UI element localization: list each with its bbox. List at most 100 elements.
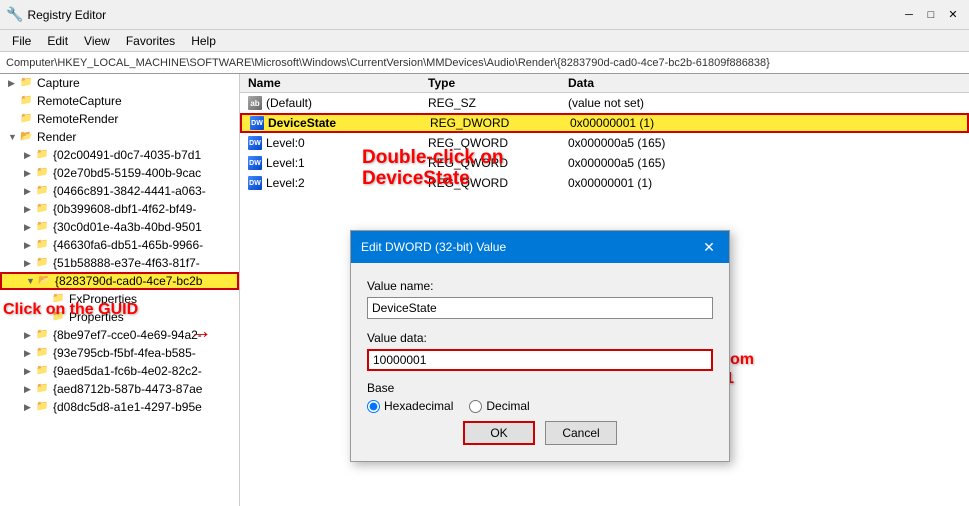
value-name-input[interactable]: DeviceState [367, 297, 713, 319]
tree-item-guid6[interactable]: ▶ 📁 {46630fa6-db51-465b-9966- [0, 236, 239, 254]
folder-icon: 📁 [36, 167, 50, 179]
folder-icon: 📁 [36, 383, 50, 395]
reg-icon-dw: DW [248, 136, 262, 150]
col-data-header: Data [568, 76, 961, 90]
edit-dword-dialog[interactable]: Edit DWORD (32-bit) Value ✕ Value name: … [350, 230, 730, 462]
base-section: Base Hexadecimal Decimal [367, 381, 713, 413]
tree-item-remoterender[interactable]: 📁 RemoteRender [0, 110, 239, 128]
tree-item-properties[interactable]: 📁 Properties [0, 308, 239, 326]
detail-row-level1[interactable]: DW Level:1 REG_QWORD 0x000000a5 (165) [240, 153, 969, 173]
tree-item-guid5[interactable]: ▶ 📁 {30c0d01e-4a3b-40bd-9501 [0, 218, 239, 236]
cancel-button[interactable]: Cancel [545, 421, 617, 445]
col-name-header: Name [248, 76, 428, 90]
tree-arrow: ▼ [26, 276, 38, 286]
menu-help[interactable]: Help [183, 32, 224, 49]
tree-arrow: ▶ [24, 384, 36, 395]
tree-arrow: ▶ [24, 150, 36, 161]
row-name: Level:2 [266, 176, 305, 190]
tree-item-guid7[interactable]: ▶ 📁 {51b58888-e37e-4f63-81f7- [0, 254, 239, 272]
address-path: Computer\HKEY_LOCAL_MACHINE\SOFTWARE\Mic… [6, 57, 770, 69]
tree-label: {02e70bd5-5159-400b-9cac [53, 166, 201, 180]
title-bar: 🔧 Registry Editor ─ □ ✕ [0, 0, 969, 30]
base-hex-label: Hexadecimal [384, 399, 453, 413]
row-type: REG_DWORD [430, 116, 509, 130]
menu-edit[interactable]: Edit [39, 32, 76, 49]
tree-item-guid2[interactable]: ▶ 📁 {02e70bd5-5159-400b-9cac [0, 164, 239, 182]
dialog-close-button[interactable]: ✕ [699, 237, 719, 257]
app-icon: 🔧 [6, 6, 23, 23]
menu-favorites[interactable]: Favorites [118, 32, 183, 49]
tree-label: {8be97ef7-cce0-4e69-94a2- [53, 328, 202, 342]
row-data: (value not set) [568, 96, 644, 110]
tree-arrow: ▶ [24, 204, 36, 215]
folder-icon: 📁 [36, 149, 50, 161]
tree-item-guid-selected[interactable]: ▼ 📂 {8283790d-cad0-4ce7-bc2b [0, 272, 239, 290]
row-type: REG_QWORD [428, 156, 508, 170]
row-type: REG_QWORD [428, 136, 508, 150]
row-name: DeviceState [268, 116, 336, 130]
value-data-label: Value data: [367, 331, 713, 345]
tree-item-capture[interactable]: ▶ 📁 Capture [0, 74, 239, 92]
tree-item-guid8[interactable]: ▶ 📁 {8be97ef7-cce0-4e69-94a2- [0, 326, 239, 344]
menu-file[interactable]: File [4, 32, 39, 49]
dialog-buttons: OK Cancel [367, 421, 713, 445]
detail-row-level0[interactable]: DW Level:0 REG_QWORD 0x000000a5 (165) [240, 133, 969, 153]
tree-label: FxProperties [69, 292, 137, 306]
tree-item-render[interactable]: ▼ 📂 Render [0, 128, 239, 146]
tree-item-guid12[interactable]: ▶ 📁 {d08dc5d8-a1e1-4297-b95e [0, 398, 239, 416]
reg-icon-dw: DW [248, 176, 262, 190]
menu-view[interactable]: View [76, 32, 118, 49]
row-name: (Default) [266, 96, 312, 110]
row-data: 0x00000001 (1) [568, 176, 652, 190]
col-type-header: Type [428, 76, 568, 90]
tree-arrow: ▶ [24, 366, 36, 377]
dialog-body: Value name: DeviceState Value data: Base… [351, 263, 729, 461]
detail-row-devicestate[interactable]: DW DeviceState REG_DWORD 0x00000001 (1) [240, 113, 969, 133]
close-button[interactable]: ✕ [943, 5, 963, 25]
row-type: REG_SZ [428, 96, 476, 110]
tree-label: Properties [69, 310, 124, 324]
tree-item-guid10[interactable]: ▶ 📁 {9aed5da1-fc6b-4e02-82c2- [0, 362, 239, 380]
folder-icon: 📁 [36, 239, 50, 251]
folder-icon: 📁 [36, 221, 50, 233]
reg-icon-dw: DW [248, 156, 262, 170]
window-controls: ─ □ ✕ [899, 5, 963, 25]
maximize-button[interactable]: □ [921, 5, 941, 25]
folder-icon: 📁 [20, 77, 34, 89]
base-decimal[interactable]: Decimal [469, 399, 529, 413]
folder-icon: 📁 [52, 293, 66, 305]
tree-item-guid3[interactable]: ▶ 📁 {0466c891-3842-4441-a063- [0, 182, 239, 200]
folder-icon: 📁 [36, 203, 50, 215]
tree-item-guid1[interactable]: ▶ 📁 {02c00491-d0c7-4035-b7d1 [0, 146, 239, 164]
app-title: Registry Editor [27, 8, 106, 22]
tree-arrow: ▶ [24, 330, 36, 341]
tree-label: RemoteRender [37, 112, 118, 126]
tree-panel: ▶ 📁 Capture 📁 RemoteCapture 📁 RemoteRend… [0, 74, 240, 506]
row-name: Level:0 [266, 136, 305, 150]
reg-icon-dw: DW [250, 116, 264, 130]
folder-icon: 📁 [36, 347, 50, 359]
tree-item-fxproperties[interactable]: 📁 FxProperties [0, 290, 239, 308]
folder-icon: 📁 [20, 113, 34, 125]
tree-arrow: ▼ [8, 132, 20, 142]
tree-label: {d08dc5d8-a1e1-4297-b95e [53, 400, 202, 414]
folder-icon: 📁 [52, 311, 66, 323]
tree-item-guid11[interactable]: ▶ 📁 {aed8712b-587b-4473-87ae [0, 380, 239, 398]
tree-item-guid4[interactable]: ▶ 📁 {0b399608-dbf1-4f62-bf49- [0, 200, 239, 218]
ok-button[interactable]: OK [463, 421, 535, 445]
detail-row-default[interactable]: ab (Default) REG_SZ (value not set) [240, 93, 969, 113]
base-label: Base [367, 381, 713, 395]
detail-row-level2[interactable]: DW Level:2 REG_QWORD 0x00000001 (1) [240, 173, 969, 193]
reg-icon-ab: ab [248, 96, 262, 110]
value-data-input[interactable] [367, 349, 713, 371]
tree-arrow: ▶ [24, 258, 36, 269]
tree-label: {46630fa6-db51-465b-9966- [53, 238, 203, 252]
tree-item-remotecapture[interactable]: 📁 RemoteCapture [0, 92, 239, 110]
base-hexadecimal[interactable]: Hexadecimal [367, 399, 453, 413]
tree-label: {0b399608-dbf1-4f62-bf49- [53, 202, 196, 216]
minimize-button[interactable]: ─ [899, 5, 919, 25]
tree-item-guid9[interactable]: ▶ 📁 {93e795cb-f5bf-4fea-b585- [0, 344, 239, 362]
tree-arrow: ▶ [8, 78, 20, 89]
folder-icon: 📁 [36, 185, 50, 197]
tree-label: {aed8712b-587b-4473-87ae [53, 382, 202, 396]
